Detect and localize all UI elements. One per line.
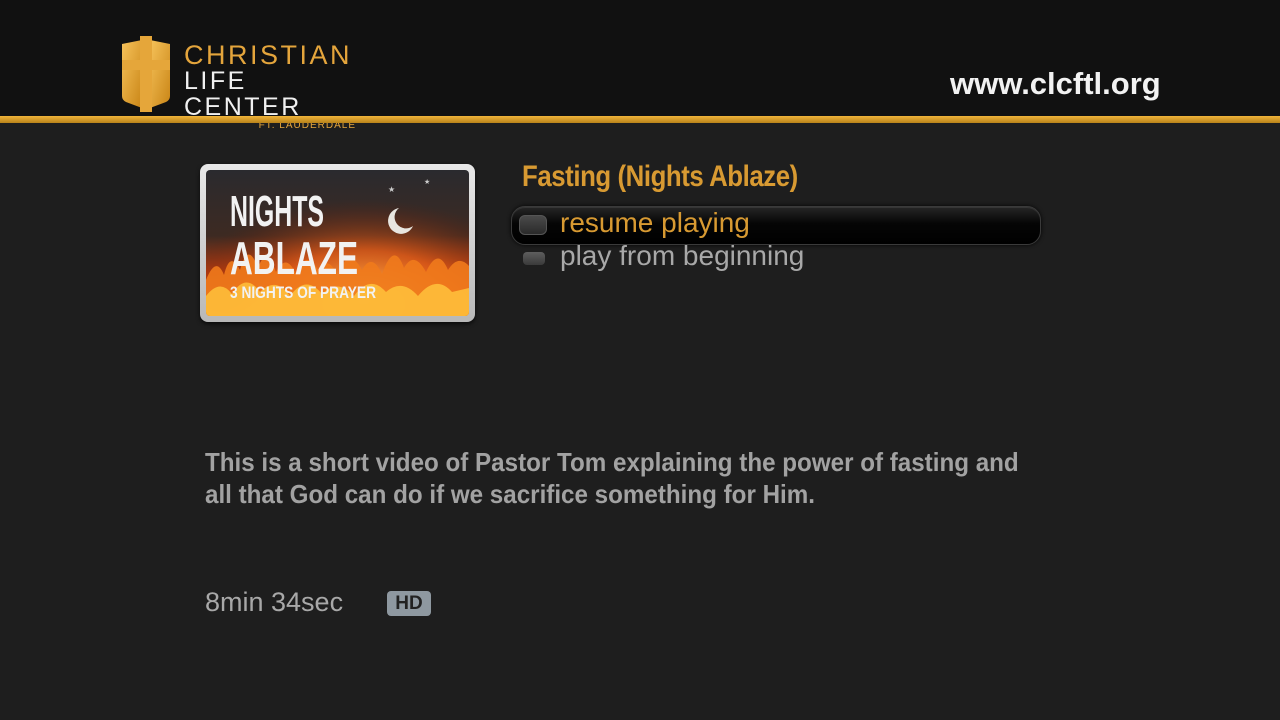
- cross-shield-icon: [122, 36, 170, 112]
- thumbnail-art: ★ ★ NIGHTS ABLAZE 3 NIGHTS OF PRAYER: [206, 170, 469, 316]
- video-duration: 8min 34sec: [205, 587, 344, 617]
- beginning-bullet-icon: [523, 252, 545, 265]
- thumbnail-artwork: ★ ★ NIGHTS ABLAZE 3 NIGHTS OF PRAYER: [206, 170, 469, 316]
- play-from-beginning-option[interactable]: play from beginning: [560, 240, 804, 272]
- video-title: Fasting (Nights Ablaze): [522, 160, 798, 193]
- resume-playing-option[interactable]: resume playing: [560, 207, 750, 239]
- thumbnail-line-nights: NIGHTS: [230, 187, 324, 236]
- video-description: This is a short video of Pastor Tom expl…: [205, 447, 1019, 509]
- resume-bullet-icon: [519, 215, 547, 235]
- logo-line-life-center: LIFE CENTER: [184, 68, 358, 120]
- logo-word-life: LIFE: [184, 67, 247, 95]
- thumbnail-line-ablaze: ABLAZE: [230, 232, 358, 284]
- header-divider: [0, 116, 1280, 123]
- svg-text:★: ★: [424, 178, 430, 186]
- logo-line-christian: CHRISTIAN: [184, 40, 353, 70]
- church-logo: CHRISTIAN LIFE CENTER FT. LAUDERDALE: [118, 36, 358, 131]
- video-thumbnail: ★ ★ NIGHTS ABLAZE 3 NIGHTS OF PRAYER: [200, 164, 475, 322]
- thumbnail-line-subtitle: 3 NIGHTS OF PRAYER: [230, 283, 376, 302]
- svg-text:★: ★: [388, 185, 395, 194]
- website-url: www.clcftl.org: [950, 66, 1161, 101]
- hd-badge: HD: [387, 591, 431, 616]
- header-bar: CHRISTIAN LIFE CENTER FT. LAUDERDALE www…: [0, 0, 1280, 131]
